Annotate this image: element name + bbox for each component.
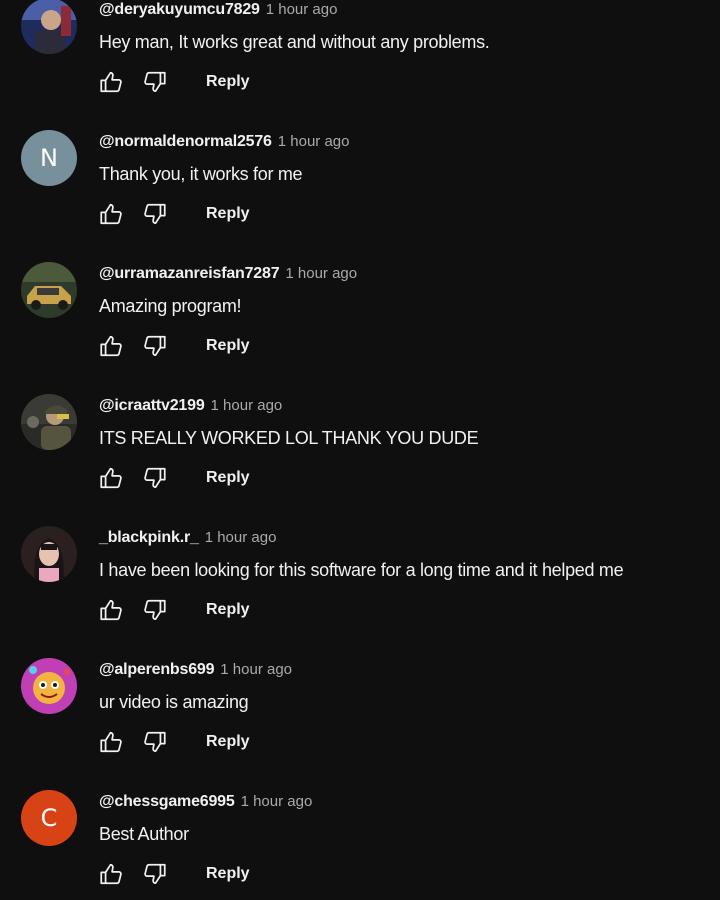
avatar[interactable]: [21, 658, 77, 714]
comment-list: @deryakuyumcu7829 1 hour ago Hey man, It …: [0, 0, 720, 900]
thumb-up-icon: [100, 71, 122, 93]
car-photo-avatar: [21, 262, 77, 318]
comment-header: @urramazanreisfan7287 1 hour ago: [99, 265, 357, 283]
comment-timestamp[interactable]: 1 hour ago: [266, 1, 338, 18]
comment-header: @deryakuyumcu7829 1 hour ago: [99, 1, 337, 19]
comment-actions: Reply: [96, 464, 250, 492]
avatar[interactable]: [21, 526, 77, 582]
comment-item: @alperenbs699 1 hour ago ur video is amaz…: [0, 636, 720, 768]
dislike-button[interactable]: [140, 200, 170, 228]
person-photo-avatar: [21, 0, 77, 54]
author-handle[interactable]: @normaldenormal2576: [99, 133, 272, 150]
thumb-up-icon: [100, 335, 122, 357]
thumb-up-icon: [100, 599, 122, 621]
comment-actions: Reply: [96, 332, 250, 360]
comment-item: N @normaldenormal2576 1 hour ago Thank yo…: [0, 108, 720, 240]
author-handle[interactable]: _blackpink.r_: [99, 529, 199, 546]
thumb-up-icon: [100, 467, 122, 489]
avatar-letter: C: [40, 804, 58, 832]
thumb-up-icon: [100, 731, 122, 753]
thumb-down-icon: [144, 863, 166, 885]
reply-button[interactable]: Reply: [206, 205, 250, 223]
reply-button[interactable]: Reply: [206, 601, 250, 619]
comment-actions: Reply: [96, 596, 250, 624]
author-handle[interactable]: @urramazanreisfan7287: [99, 265, 280, 282]
comment-actions: Reply: [96, 68, 250, 96]
woman-photo-avatar: [21, 526, 77, 582]
thumb-down-icon: [144, 467, 166, 489]
like-button[interactable]: [96, 728, 126, 756]
comment-timestamp[interactable]: 1 hour ago: [211, 397, 283, 414]
comment-text: ur video is amazing: [99, 692, 249, 712]
dislike-button[interactable]: [140, 728, 170, 756]
dislike-button[interactable]: [140, 860, 170, 888]
comment-item: @deryakuyumcu7829 1 hour ago Hey man, It …: [0, 0, 720, 108]
thumb-down-icon: [144, 71, 166, 93]
comment-timestamp[interactable]: 1 hour ago: [205, 529, 277, 546]
comment-actions: Reply: [96, 200, 250, 228]
author-handle[interactable]: @chessgame6995: [99, 793, 235, 810]
thumb-up-icon: [100, 203, 122, 225]
comment-item: _blackpink.r_ 1 hour ago I have been look…: [0, 504, 720, 636]
dislike-button[interactable]: [140, 596, 170, 624]
comment-text: I have been looking for this software fo…: [99, 560, 624, 580]
reply-button[interactable]: Reply: [206, 733, 250, 751]
comment-text: Hey man, It works great and without any …: [99, 32, 490, 52]
comment-header: @alperenbs699 1 hour ago: [99, 661, 292, 679]
reply-button[interactable]: Reply: [206, 337, 250, 355]
comment-timestamp[interactable]: 1 hour ago: [285, 265, 357, 282]
author-handle[interactable]: @deryakuyumcu7829: [99, 1, 260, 18]
comment-header: @icraattv2199 1 hour ago: [99, 397, 282, 415]
cartoon-photo-avatar: [21, 658, 77, 714]
dislike-button[interactable]: [140, 68, 170, 96]
avatar[interactable]: N: [21, 130, 77, 186]
avatar[interactable]: [21, 394, 77, 450]
comment-item: C @chessgame6995 1 hour ago Best Author R…: [0, 768, 720, 900]
like-button[interactable]: [96, 596, 126, 624]
comment-timestamp[interactable]: 1 hour ago: [241, 793, 313, 810]
thumb-down-icon: [144, 203, 166, 225]
comment-timestamp[interactable]: 1 hour ago: [220, 661, 292, 678]
thumb-down-icon: [144, 335, 166, 357]
comment-item: @icraattv2199 1 hour ago ITS REALLY WORKE…: [0, 372, 720, 504]
comment-text: Thank you, it works for me: [99, 164, 303, 184]
comment-text: Best Author: [99, 824, 189, 844]
comment-header: @chessgame6995 1 hour ago: [99, 793, 312, 811]
comment-actions: Reply: [96, 860, 250, 888]
author-handle[interactable]: @alperenbs699: [99, 661, 214, 678]
comment-item: @urramazanreisfan7287 1 hour ago Amazing …: [0, 240, 720, 372]
comment-header: _blackpink.r_ 1 hour ago: [99, 529, 276, 547]
thumb-down-icon: [144, 731, 166, 753]
like-button[interactable]: [96, 200, 126, 228]
thumb-up-icon: [100, 863, 122, 885]
reply-button[interactable]: Reply: [206, 865, 250, 883]
dislike-button[interactable]: [140, 332, 170, 360]
dislike-button[interactable]: [140, 464, 170, 492]
avatar[interactable]: [21, 0, 77, 54]
avatar[interactable]: C: [21, 790, 77, 846]
comment-text: ITS REALLY WORKED LOL THANK YOU DUDE: [99, 428, 479, 448]
comment-header: @normaldenormal2576 1 hour ago: [99, 133, 350, 151]
reply-button[interactable]: Reply: [206, 73, 250, 91]
like-button[interactable]: [96, 68, 126, 96]
avatar[interactable]: [21, 262, 77, 318]
like-button[interactable]: [96, 860, 126, 888]
comment-actions: Reply: [96, 728, 250, 756]
avatar-letter: N: [40, 144, 58, 172]
reply-button[interactable]: Reply: [206, 469, 250, 487]
comment-timestamp[interactable]: 1 hour ago: [278, 133, 350, 150]
like-button[interactable]: [96, 464, 126, 492]
like-button[interactable]: [96, 332, 126, 360]
thumb-down-icon: [144, 599, 166, 621]
comment-text: Amazing program!: [99, 296, 242, 316]
author-handle[interactable]: @icraattv2199: [99, 397, 205, 414]
soldier-photo-avatar: [21, 394, 77, 450]
